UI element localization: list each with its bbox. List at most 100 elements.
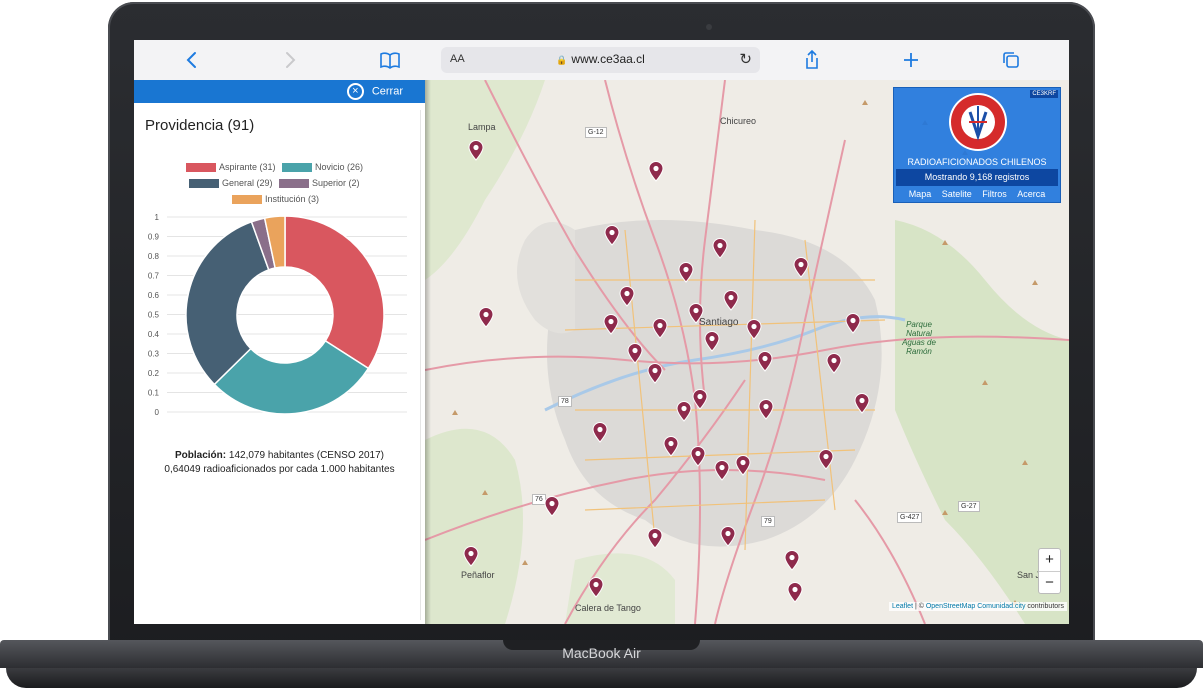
map-marker-icon[interactable] — [478, 307, 494, 328]
terrain-area — [425, 428, 523, 624]
map-view[interactable]: Lampa Chicureo Santiago Peñaflor Calera … — [425, 80, 1069, 624]
map-marker-icon[interactable] — [758, 399, 774, 420]
ratio-text: 0,64049 radioaficionados por cada 1.000 … — [164, 464, 395, 475]
map-marker-icon[interactable] — [588, 577, 604, 598]
map-marker-icon[interactable] — [652, 318, 668, 339]
legend-item-aspirante[interactable]: Aspirante (31) — [186, 162, 276, 173]
population-info: Población: 142,079 habitantes (CENSO 201… — [139, 449, 420, 477]
terrain-area — [565, 553, 675, 624]
menu-mapa[interactable]: Mapa — [909, 189, 932, 199]
browser-toolbar: AA 🔒 www.ce3aa.cl ↻ — [134, 40, 1069, 81]
park-label: Parque Natural Aguas de Ramón — [902, 320, 936, 356]
laptop-base-top: MacBook Air — [0, 640, 1203, 668]
map-marker-icon[interactable] — [648, 161, 664, 182]
map-marker-icon[interactable] — [692, 389, 708, 410]
menu-acerca[interactable]: Acerca — [1017, 189, 1045, 199]
site-info-box: CE3KRF RADIOAFICIONADOS CHILENOS Mostran… — [893, 87, 1061, 203]
map-marker-icon[interactable] — [647, 528, 663, 549]
zoom-out-button[interactable]: − — [1039, 572, 1060, 594]
place-label: Lampa — [468, 122, 496, 132]
place-label: Calera de Tango — [575, 603, 641, 613]
y-tick-label: 1 — [155, 213, 160, 222]
map-marker-icon[interactable] — [688, 303, 704, 324]
road-shield: G-427 — [897, 512, 923, 523]
map-marker-icon[interactable] — [784, 550, 800, 571]
leaflet-link[interactable]: Leaflet — [892, 603, 913, 610]
map-marker-icon[interactable] — [647, 363, 663, 384]
population-value: 142,079 habitantes (CENSO 2017) — [228, 450, 384, 461]
close-button[interactable]: × Cerrar — [346, 83, 403, 100]
map-marker-icon[interactable] — [544, 496, 560, 517]
donut-chart: 1 0.9 0.8 0.7 0.6 0.5 0.4 0.3 0.2 0.1 0 — [148, 213, 407, 415]
reload-icon[interactable]: ↻ — [739, 50, 752, 68]
info-sidebar: × Cerrar Providencia (91) Aspirante (31) … — [134, 80, 425, 624]
y-tick-label: 0.2 — [148, 369, 160, 378]
road-shield: G-27 — [958, 501, 980, 512]
map-marker-icon[interactable] — [678, 262, 694, 283]
bookmarks-icon[interactable] — [378, 48, 402, 72]
legend-item-general[interactable]: General (29) — [189, 178, 273, 189]
map-marker-icon[interactable] — [793, 257, 809, 278]
tabs-icon[interactable] — [999, 48, 1023, 72]
y-tick-label: 0.5 — [148, 311, 160, 320]
legend-item-novicio[interactable]: Novicio (26) — [282, 162, 363, 173]
urban-area — [547, 220, 882, 547]
callsign-badge: CE3KRF — [1030, 90, 1058, 98]
map-attribution: Leaflet | © OpenStreetMap Comunidad.city… — [889, 602, 1067, 611]
forward-icon[interactable] — [278, 48, 302, 72]
record-count: Mostrando 9,168 registros — [896, 169, 1058, 186]
place-label: Chicureo — [720, 116, 757, 126]
zoom-in-button[interactable]: + — [1039, 549, 1060, 572]
donut-slice[interactable] — [284, 215, 385, 370]
map-marker-icon[interactable] — [723, 290, 739, 311]
map-marker-icon[interactable] — [704, 331, 720, 352]
map-marker-icon[interactable] — [720, 526, 736, 547]
map-marker-icon[interactable] — [604, 225, 620, 246]
menu-filtros[interactable]: Filtros — [982, 189, 1007, 199]
laptop-base: MacBook Air — [0, 640, 1203, 691]
camera-icon — [706, 24, 712, 30]
map-marker-icon[interactable] — [818, 449, 834, 470]
url-text: 🔒 www.ce3aa.cl — [441, 52, 760, 66]
map-marker-icon[interactable] — [592, 422, 608, 443]
map-marker-icon[interactable] — [787, 582, 803, 603]
map-marker-icon[interactable] — [676, 401, 692, 422]
lock-icon: 🔒 — [556, 55, 568, 65]
population-label: Población: — [174, 450, 227, 461]
map-marker-icon[interactable] — [619, 286, 635, 307]
legend-item-superior[interactable]: Superior (2) — [279, 178, 360, 189]
radio-club-logo-icon — [949, 93, 1007, 151]
map-marker-icon[interactable] — [735, 455, 751, 476]
attribution-text: contributors — [1025, 603, 1064, 610]
place-label: Peñaflor — [461, 570, 495, 580]
y-tick-label: 0.8 — [148, 252, 160, 261]
map-marker-icon[interactable] — [826, 353, 842, 374]
map-marker-icon[interactable] — [468, 140, 484, 161]
map-marker-icon[interactable] — [663, 436, 679, 457]
map-marker-icon[interactable] — [746, 319, 762, 340]
back-icon[interactable] — [180, 48, 204, 72]
map-marker-icon[interactable] — [603, 314, 619, 335]
map-marker-icon[interactable] — [714, 460, 730, 481]
road-shield: G-12 — [585, 127, 607, 138]
url-bar[interactable]: AA 🔒 www.ce3aa.cl ↻ — [441, 47, 760, 73]
legend-item-institucion[interactable]: Institución (3) — [232, 194, 319, 205]
legend-label: Novicio (26) — [315, 162, 364, 172]
map-marker-icon[interactable] — [627, 343, 643, 364]
new-tab-icon[interactable] — [899, 48, 923, 72]
map-marker-icon[interactable] — [845, 313, 861, 334]
menu-satelite[interactable]: Satelite — [942, 189, 972, 199]
panel-shadow — [425, 80, 431, 624]
legend-label: Aspirante (31) — [219, 162, 276, 172]
legend-swatch — [282, 163, 312, 173]
map-marker-icon[interactable] — [463, 546, 479, 567]
legend-swatch — [189, 179, 219, 189]
map-marker-icon[interactable] — [712, 238, 728, 259]
map-marker-icon[interactable] — [854, 393, 870, 414]
map-marker-icon[interactable] — [757, 351, 773, 372]
osm-link[interactable]: OpenStreetMap — [926, 603, 975, 610]
map-menu: Mapa Satelite Filtros Acerca — [894, 189, 1060, 199]
comunidad-link[interactable]: Comunidad.city — [977, 603, 1025, 610]
map-marker-icon[interactable] — [690, 446, 706, 467]
share-icon[interactable] — [800, 48, 824, 72]
